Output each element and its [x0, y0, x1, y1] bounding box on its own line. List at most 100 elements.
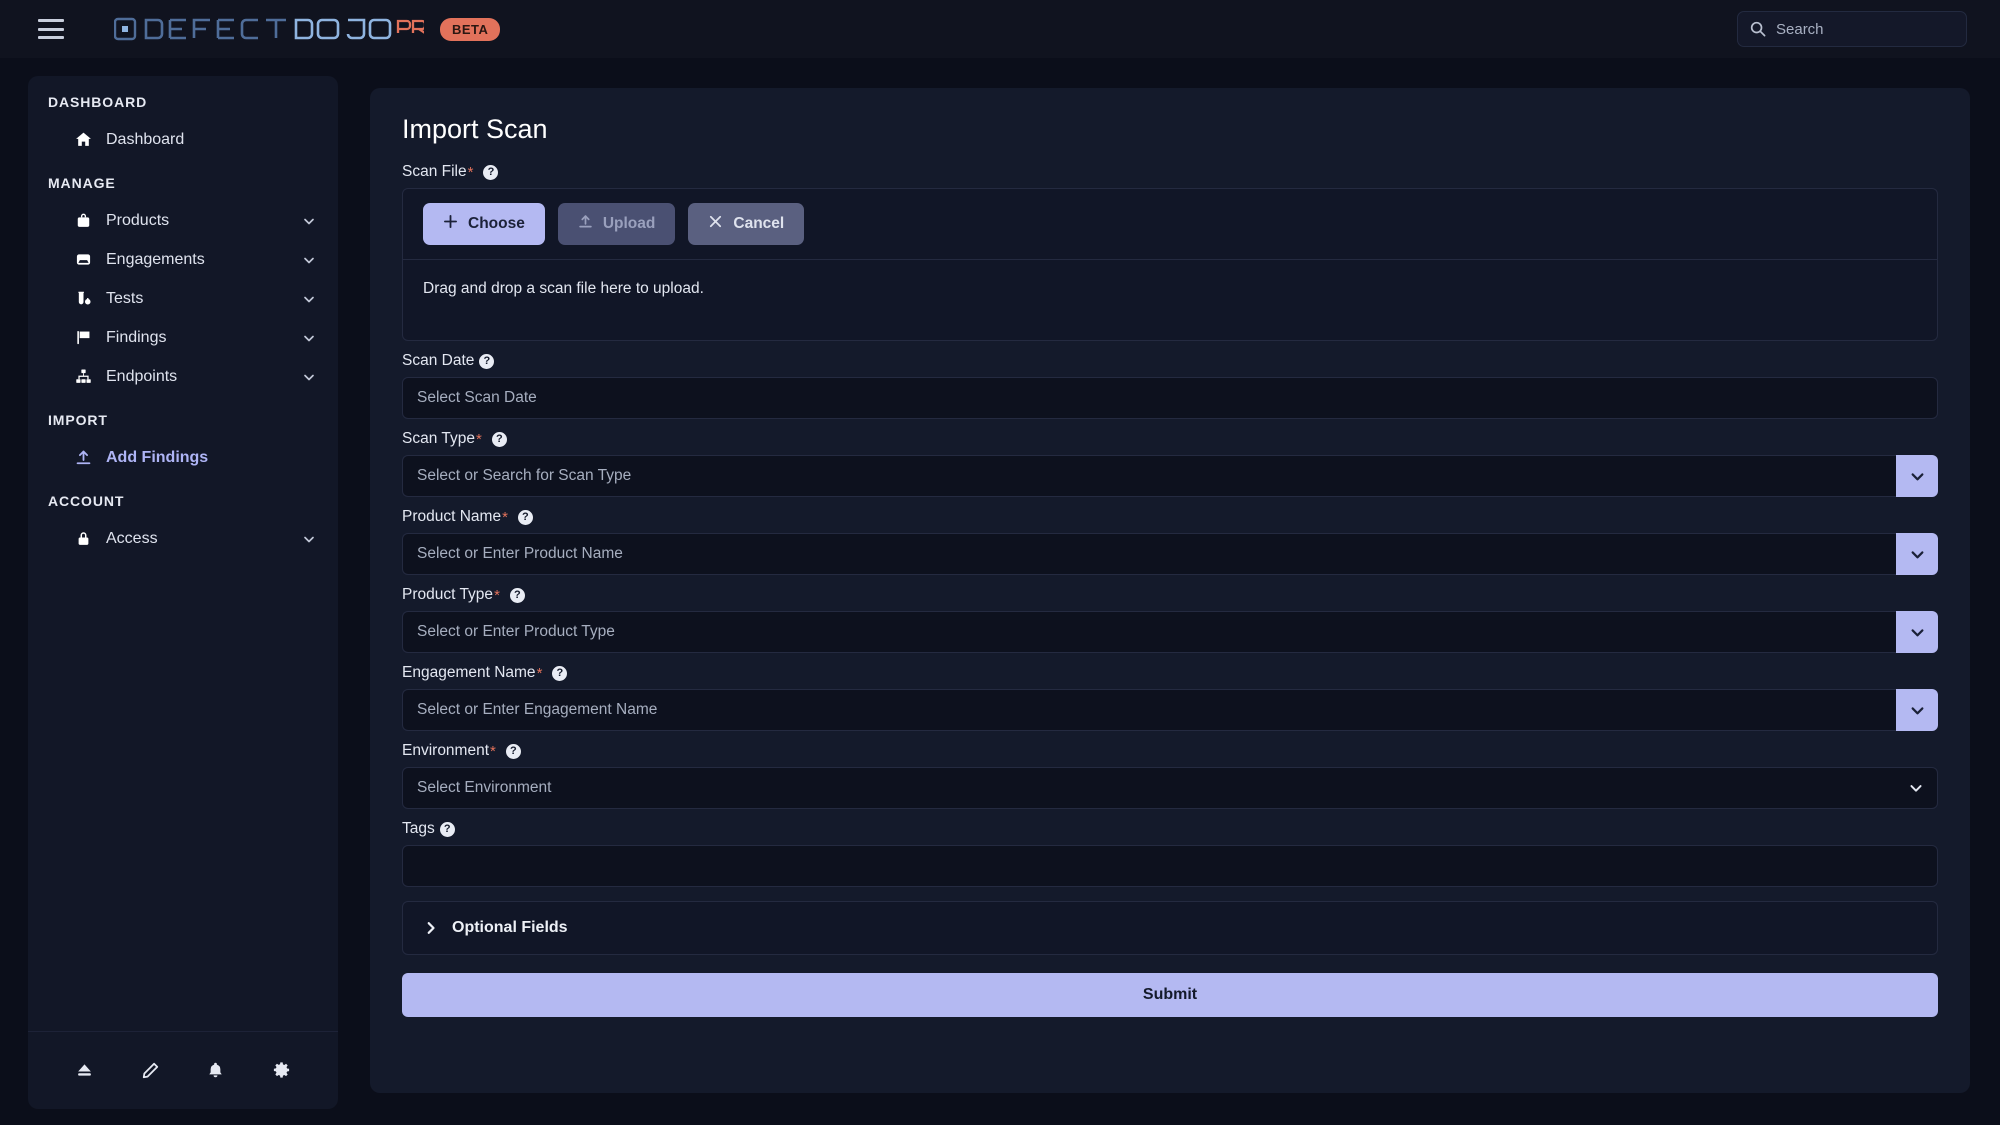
upload-button[interactable]: Upload	[558, 203, 676, 245]
help-icon[interactable]: ?	[479, 354, 494, 369]
scan-type-label-row: Scan Type * ?	[402, 430, 1938, 448]
sidebar-item-label: Dashboard	[106, 131, 184, 149]
chevron-down-icon	[1909, 624, 1926, 641]
sidebar-item-label: Products	[106, 212, 169, 230]
cancel-button-label: Cancel	[733, 215, 784, 233]
tags-input[interactable]	[402, 845, 1938, 887]
optional-fields-accordion[interactable]: Optional Fields	[402, 901, 1938, 955]
pencil-icon[interactable]	[141, 1061, 160, 1080]
help-icon[interactable]: ?	[510, 588, 525, 603]
chevron-down-icon	[1909, 468, 1926, 485]
inbox-icon	[72, 251, 94, 268]
sidebar-item-endpoints[interactable]: Endpoints	[48, 357, 326, 396]
scan-file-label-row: Scan File * ?	[402, 163, 1938, 181]
sidebar-item-tests[interactable]: Tests	[48, 279, 326, 318]
sidebar-item-dashboard[interactable]: Dashboard	[48, 120, 326, 159]
upload-button-label: Upload	[603, 215, 656, 233]
help-icon[interactable]: ?	[552, 666, 567, 681]
sidebar-item-add-findings[interactable]: Add Findings	[48, 438, 326, 477]
scan-date-input[interactable]: Select Scan Date	[402, 377, 1938, 419]
close-icon	[708, 214, 723, 234]
home-icon	[72, 131, 94, 148]
product-type-dropdown-button[interactable]	[1896, 611, 1938, 653]
product-type-combo: Select or Enter Product Type	[402, 611, 1938, 653]
help-icon[interactable]: ?	[440, 822, 455, 837]
help-icon[interactable]: ?	[518, 510, 533, 525]
chevron-down-icon	[1909, 546, 1926, 563]
sitemap-icon	[72, 368, 94, 385]
field-scan-date: Scan Date ? Select Scan Date	[402, 352, 1938, 419]
chevron-down-icon[interactable]	[302, 370, 316, 384]
engagement-name-combo: Select or Enter Engagement Name	[402, 689, 1938, 731]
sidebar-item-access[interactable]: Access	[48, 519, 326, 558]
choose-button[interactable]: Choose	[423, 203, 545, 245]
sidebar-item-products[interactable]: Products	[48, 201, 326, 240]
field-label: Tags	[402, 820, 435, 838]
engagement-name-dropdown-button[interactable]	[1896, 689, 1938, 731]
chevron-down-icon[interactable]	[302, 331, 316, 345]
plus-icon	[443, 214, 458, 234]
sidebar-item-label: Tests	[106, 290, 143, 308]
required-asterisk: *	[468, 164, 474, 181]
gear-icon[interactable]	[272, 1061, 291, 1080]
field-label: Environment	[402, 742, 489, 760]
engagement-name-input[interactable]: Select or Enter Engagement Name	[402, 689, 1896, 731]
field-scan-file: Scan File * ? Choose Upload	[402, 163, 1938, 341]
chevron-down-icon	[1909, 702, 1926, 719]
field-label: Product Type	[402, 586, 493, 604]
sidebar-item-label: Access	[106, 530, 158, 548]
hamburger-menu-icon[interactable]	[38, 19, 64, 39]
sidebar-item-engagements[interactable]: Engagements	[48, 240, 326, 279]
chevron-down-icon[interactable]	[302, 214, 316, 228]
eject-icon[interactable]	[75, 1061, 94, 1080]
sidebar-item-label: Engagements	[106, 251, 205, 269]
product-name-dropdown-button[interactable]	[1896, 533, 1938, 575]
chevron-down-icon[interactable]	[302, 253, 316, 267]
dropzone-toolbar: Choose Upload Cancel	[403, 189, 1937, 260]
help-icon[interactable]: ?	[492, 432, 507, 447]
chevron-down-icon[interactable]	[302, 532, 316, 546]
engagement-name-label-row: Engagement Name * ?	[402, 664, 1938, 682]
choose-button-label: Choose	[468, 215, 525, 233]
page-title: Import Scan	[402, 114, 1938, 145]
scan-type-input[interactable]: Select or Search for Scan Type	[402, 455, 1896, 497]
required-asterisk: *	[490, 743, 496, 760]
field-product-type: Product Type * ? Select or Enter Product…	[402, 586, 1938, 653]
test-tube-icon	[72, 290, 94, 307]
help-icon[interactable]: ?	[506, 744, 521, 759]
field-label: Scan Date	[402, 352, 474, 370]
field-tags: Tags ?	[402, 820, 1938, 887]
scan-date-label-row: Scan Date ?	[402, 352, 1938, 370]
optional-fields-label: Optional Fields	[452, 919, 568, 937]
bell-icon[interactable]	[206, 1061, 225, 1080]
field-scan-type: Scan Type * ? Select or Search for Scan …	[402, 430, 1938, 497]
cancel-button[interactable]: Cancel	[688, 203, 804, 245]
sidebar-item-findings[interactable]: Findings	[48, 318, 326, 357]
help-icon[interactable]: ?	[483, 165, 498, 180]
environment-label-row: Environment * ?	[402, 742, 1938, 760]
environment-select[interactable]: Select Environment	[402, 767, 1938, 809]
flag-icon	[72, 329, 94, 346]
field-label: Product Name	[402, 508, 501, 526]
product-type-input[interactable]: Select or Enter Product Type	[402, 611, 1896, 653]
required-asterisk: *	[476, 431, 482, 448]
scan-type-dropdown-button[interactable]	[1896, 455, 1938, 497]
chevron-right-icon	[423, 920, 439, 936]
submit-button[interactable]: Submit	[402, 973, 1938, 1017]
hamburger-bar	[38, 28, 64, 31]
scan-file-dropzone[interactable]: Choose Upload Cancel Drag and drop a sca…	[402, 188, 1938, 341]
search-input[interactable]: Search	[1737, 11, 1967, 47]
upload-icon	[72, 449, 94, 466]
brand-logo[interactable]: BETA	[114, 15, 500, 43]
sidebar-item-label: Findings	[106, 329, 166, 347]
chevron-down-icon[interactable]	[302, 292, 316, 306]
product-name-label-row: Product Name * ?	[402, 508, 1938, 526]
defectdojo-pro-wordmark-icon	[114, 15, 424, 43]
sidebar-item-label: Add Findings	[106, 449, 208, 467]
search-placeholder: Search	[1776, 21, 1824, 38]
product-name-input[interactable]: Select or Enter Product Name	[402, 533, 1896, 575]
field-environment: Environment * ? Select Environment	[402, 742, 1938, 809]
environment-selectbox[interactable]: Select Environment	[402, 767, 1938, 809]
required-asterisk: *	[494, 587, 500, 604]
dropzone-hint: Drag and drop a scan file here to upload…	[403, 260, 1937, 340]
